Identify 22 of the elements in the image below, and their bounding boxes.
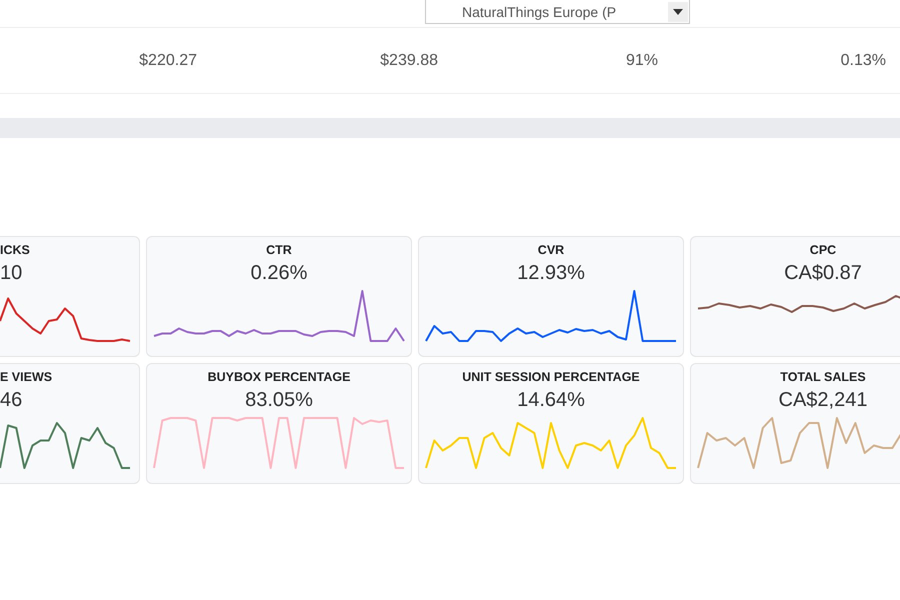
metric-value: 0.26% bbox=[250, 261, 308, 286]
metric-value: 10 bbox=[0, 261, 22, 286]
table-cell: 91% bbox=[626, 52, 658, 70]
metric-value: 14.64% bbox=[517, 388, 585, 413]
metric-title: E VIEWS bbox=[0, 369, 52, 385]
metric-title: ICKS bbox=[0, 242, 30, 258]
metric-value: 12.93% bbox=[517, 261, 585, 286]
metric-value: CA$2,241 bbox=[778, 388, 868, 413]
metric-title: CPC bbox=[810, 242, 836, 258]
metric-title: TOTAL SALES bbox=[780, 369, 866, 385]
metric-title: BUYBOX PERCENTAGE bbox=[208, 369, 350, 385]
table-cell: $239.88 bbox=[380, 52, 438, 70]
metric-value: 83.05% bbox=[245, 388, 313, 413]
table-cell: $220.27 bbox=[139, 52, 197, 70]
metric-value: CA$0.87 bbox=[784, 261, 862, 286]
caret-icon bbox=[668, 2, 688, 22]
metric-title: UNIT SESSION PERCENTAGE bbox=[462, 369, 640, 385]
metric-title: CVR bbox=[538, 242, 564, 258]
metric-title: CTR bbox=[266, 242, 292, 258]
table-cell: 0.13% bbox=[840, 52, 886, 70]
metric-value: 46 bbox=[0, 388, 22, 413]
select-dropdown[interactable]: NaturalThings Europe (P bbox=[425, 0, 690, 24]
